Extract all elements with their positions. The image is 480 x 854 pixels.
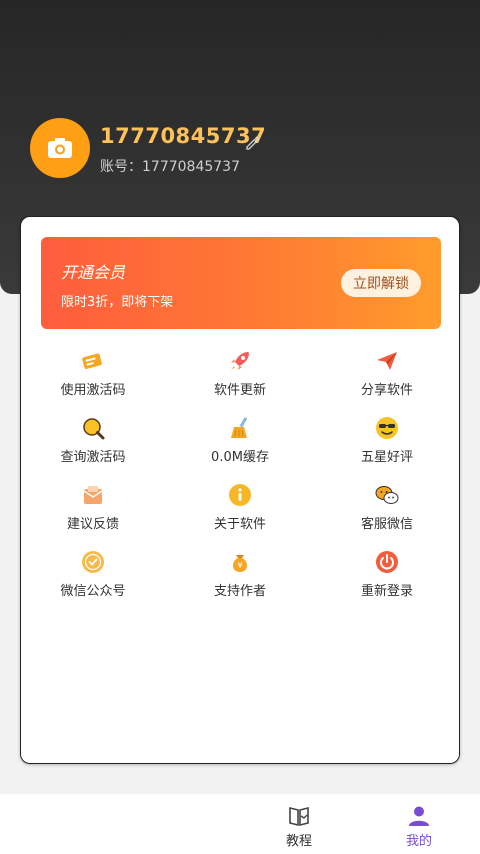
camera-icon [48, 138, 72, 158]
mail-icon [83, 486, 103, 504]
menu-item-use-activation-code[interactable]: 使用激活码 [23, 349, 163, 411]
avatar[interactable] [30, 118, 90, 178]
book-icon [289, 806, 309, 827]
menu-item-label: 分享软件 [360, 383, 413, 398]
menu-card: 开通会员 限时3折，即将下架 立即解锁 使用激活码 软件更新 分享软件 查询激活… [20, 216, 460, 764]
menu-item-label: 使用激活码 [60, 383, 126, 398]
power-icon [376, 551, 398, 573]
menu-item-support-author[interactable]: ¥ 支持作者 [170, 550, 310, 612]
tab-label: 我的 [405, 834, 432, 849]
badge-check-icon [82, 551, 104, 573]
menu-item-label: 软件更新 [213, 383, 266, 398]
info-icon [229, 484, 251, 506]
wechat-icon [375, 486, 399, 504]
broom-icon [231, 417, 248, 438]
magnifier-icon [83, 418, 105, 440]
person-icon [409, 806, 429, 826]
paper-plane-icon [377, 352, 397, 370]
rocket-icon [231, 352, 249, 370]
account-id: 账号：17770845737 [100, 159, 240, 175]
menu-item-feedback[interactable]: 建议反馈 [23, 483, 163, 545]
svg-text:¥: ¥ [237, 561, 242, 570]
menu-item-about[interactable]: 关于软件 [170, 483, 310, 545]
money-bag-icon: ¥ [232, 555, 248, 572]
menu-item-re-login[interactable]: 重新登录 [317, 550, 457, 612]
menu-item-customer-service-wechat[interactable]: 客服微信 [317, 483, 457, 545]
tab-tutorial[interactable]: 教程 [259, 794, 339, 854]
vip-title: 开通会员 [61, 263, 126, 282]
vip-subtitle: 限时3折，即将下架 [61, 295, 174, 310]
vip-banner[interactable]: 开通会员 限时3折，即将下架 立即解锁 [41, 237, 441, 329]
menu-item-label: 支持作者 [213, 584, 266, 599]
unlock-button[interactable]: 立即解锁 [341, 269, 421, 297]
menu-item-label: 微信公众号 [60, 584, 126, 599]
menu-item-query-activation-code[interactable]: 查询激活码 [23, 416, 163, 478]
tab-mine[interactable]: 我的 [379, 794, 459, 854]
tab-label: 教程 [285, 834, 312, 849]
menu-item-label: 关于软件 [213, 517, 266, 532]
ticket-icon [82, 353, 102, 369]
username: 17770845737 [100, 124, 267, 148]
menu-item-label: 建议反馈 [66, 517, 119, 532]
sunglasses-face-icon [376, 417, 398, 439]
menu-item-label: 五星好评 [360, 450, 413, 465]
menu-item-software-update[interactable]: 软件更新 [170, 349, 310, 411]
menu-item-label: 查询激活码 [60, 450, 126, 465]
menu-item-label: 客服微信 [360, 517, 413, 532]
menu-item-wechat-official-account[interactable]: 微信公众号 [23, 550, 163, 612]
menu-item-label: 0.0M缓存 [211, 450, 269, 465]
bottom-nav: 教程 我的 [0, 794, 480, 854]
menu-item-label: 重新登录 [360, 584, 413, 599]
menu-item-clear-cache[interactable]: 0.0M缓存 [170, 416, 310, 478]
menu-item-five-star-review[interactable]: 五星好评 [317, 416, 457, 478]
menu-item-share-software[interactable]: 分享软件 [317, 349, 457, 411]
pencil-icon[interactable] [245, 136, 259, 150]
